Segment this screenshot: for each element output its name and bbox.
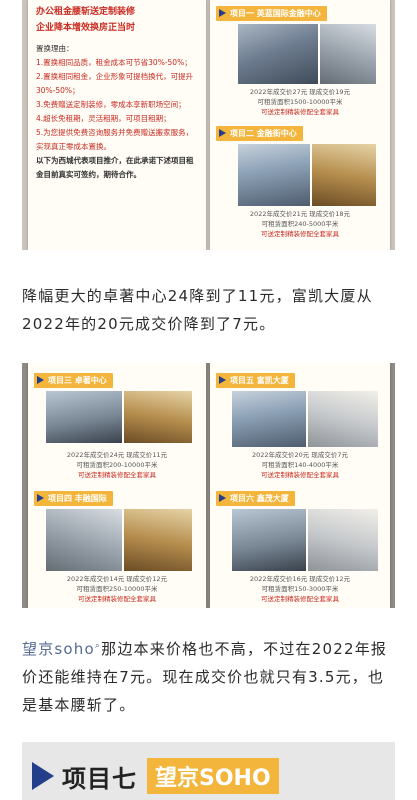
right-flyer: 项目一 英蓝国际金融中心 2022年成交价27元 现成交价19元 可租赁面积15… <box>210 0 390 250</box>
project-note: 可送定制精装修配全套家具 <box>261 108 339 116</box>
reason-item: 4.超长免租期，灵活租期，可项目租期； <box>36 114 171 123</box>
wangjing-soho-link[interactable]: 望京soho <box>22 640 95 658</box>
project-note: 可送定制精装修配全套家具 <box>261 595 339 603</box>
building-photo <box>238 24 318 84</box>
project-tag: 项目一 英蓝国际金融中心 <box>216 6 327 21</box>
project-note: 可送定制精装修配全套家具 <box>261 471 339 479</box>
project-price: 2022年成交价27元 现成交价19元 <box>249 88 351 96</box>
project-note: 可送定制精装修配全套家具 <box>78 471 156 479</box>
building-photo <box>232 391 306 447</box>
flyer-photo-2[interactable]: 项目三 卓著中心 2022年成交价24元 现成交价11元 可租赁面积200-10… <box>22 363 395 608</box>
flyer-footer: 以下为西城代表项目推介，在此承诺下述项目租金目前真实可签约，期待合作。 <box>36 156 194 179</box>
left-flyer: 办公租金腰斩送定制装修 企业降本增效换房正当时 置换理由： 1.置换相同品质，租… <box>28 0 206 250</box>
project-price: 2022年成交价16元 现成交价12元 <box>249 575 351 583</box>
reasons-title: 置换理由： <box>36 44 74 53</box>
project-area: 可租赁面积150-3000平米 <box>261 585 339 593</box>
reason-item: 2.置换相同租金，企业形象可提档换代，可提升30%-50%； <box>36 72 194 95</box>
project-card-5: 项目五 富凯大厦 2022年成交价20元 现成交价7元 可租赁面积140-400… <box>210 363 390 485</box>
project-card-1: 项目一 英蓝国际金融中心 2022年成交价27元 现成交价19元 可租赁面积15… <box>210 0 390 125</box>
flyer-photo-3[interactable]: 项目七 望京SOHO <box>22 742 395 800</box>
project-area: 可租赁面积140-4000平米 <box>261 461 339 469</box>
project-tag: 项目六 鑫茂大厦 <box>216 491 295 506</box>
project-7-label: 项目七 <box>62 764 137 793</box>
project-tag: 项目五 富凯大厦 <box>216 373 295 388</box>
project-note: 可送定制精装修配全套家具 <box>261 230 339 238</box>
reason-item: 1.置换相同品质，租金成本可节省30%-50%； <box>36 58 192 67</box>
lobby-photo <box>320 24 376 84</box>
reason-item: 3.免费赠送定制装修，零成本享新职场空间； <box>36 100 186 109</box>
project-note: 可送定制精装修配全套家具 <box>78 595 156 603</box>
project-price: 2022年成交价21元 现成交价18元 <box>249 210 351 218</box>
project-card-2: 项目二 金融街中心 2022年成交价21元 现成交价18元 可租赁面积240-5… <box>210 122 390 250</box>
project-area: 可租赁面积240-5000平米 <box>261 220 339 228</box>
project-card-4: 项目四 丰融国际 2022年成交价14元 现成交价12元 可租赁面积250-10… <box>28 487 206 608</box>
project-area: 可租赁面积200-10000平米 <box>76 461 158 469</box>
project-price: 2022年成交价20元 现成交价7元 <box>251 451 348 459</box>
article-paragraph-2: 望京soho⌕那边本来价格也不高，不过在2022年报价还能维持在7元。现在成交价… <box>22 632 395 719</box>
flyer-photo-1[interactable]: 办公租金腰斩送定制装修 企业降本增效换房正当时 置换理由： 1.置换相同品质，租… <box>22 0 395 250</box>
left-flyer-2: 项目三 卓著中心 2022年成交价24元 现成交价11元 可租赁面积200-10… <box>28 363 206 608</box>
triangle-arrow-icon <box>32 762 54 790</box>
building-photo <box>46 509 122 571</box>
project-tag: 项目二 金融街中心 <box>216 126 303 141</box>
lobby-photo <box>124 509 192 571</box>
lobby-photo <box>308 391 378 447</box>
project-tag: 项目四 丰融国际 <box>34 491 113 506</box>
article-paragraph-1: 降幅更大的卓著中心24降到了11元，富凯大厦从2022年的20元成交价降到了7元… <box>22 287 373 333</box>
project-7-name: 望京SOHO <box>147 758 279 794</box>
building-photo <box>238 144 310 206</box>
reason-item: 5.为您提供免费咨询服务并免费赠送搬家服务，实现真正零成本置换。 <box>36 128 194 151</box>
building-photo <box>46 391 122 443</box>
lobby-photo <box>308 509 378 571</box>
building-photo <box>232 509 306 571</box>
project-tag: 项目三 卓著中心 <box>34 373 113 388</box>
lobby-photo <box>312 144 376 206</box>
project-card-6: 项目六 鑫茂大厦 2022年成交价16元 现成交价12元 可租赁面积150-30… <box>210 487 390 608</box>
flyer-headline-1: 办公租金腰斩送定制装修 <box>36 7 136 17</box>
project-7-heading: 项目七 望京SOHO <box>32 756 279 796</box>
project-price: 2022年成交价14元 现成交价12元 <box>66 575 168 583</box>
lobby-photo <box>124 391 192 443</box>
project-area: 可租赁面积1500-10000平米 <box>257 98 343 106</box>
right-flyer-2: 项目五 富凯大厦 2022年成交价20元 现成交价7元 可租赁面积140-400… <box>210 363 390 608</box>
project-area: 可租赁面积250-10000平米 <box>76 585 158 593</box>
project-card-3: 项目三 卓著中心 2022年成交价24元 现成交价11元 可租赁面积200-10… <box>28 363 206 485</box>
project-price: 2022年成交价24元 现成交价11元 <box>66 451 168 459</box>
flyer-headline-2: 企业降本增效换房正当时 <box>36 23 136 33</box>
